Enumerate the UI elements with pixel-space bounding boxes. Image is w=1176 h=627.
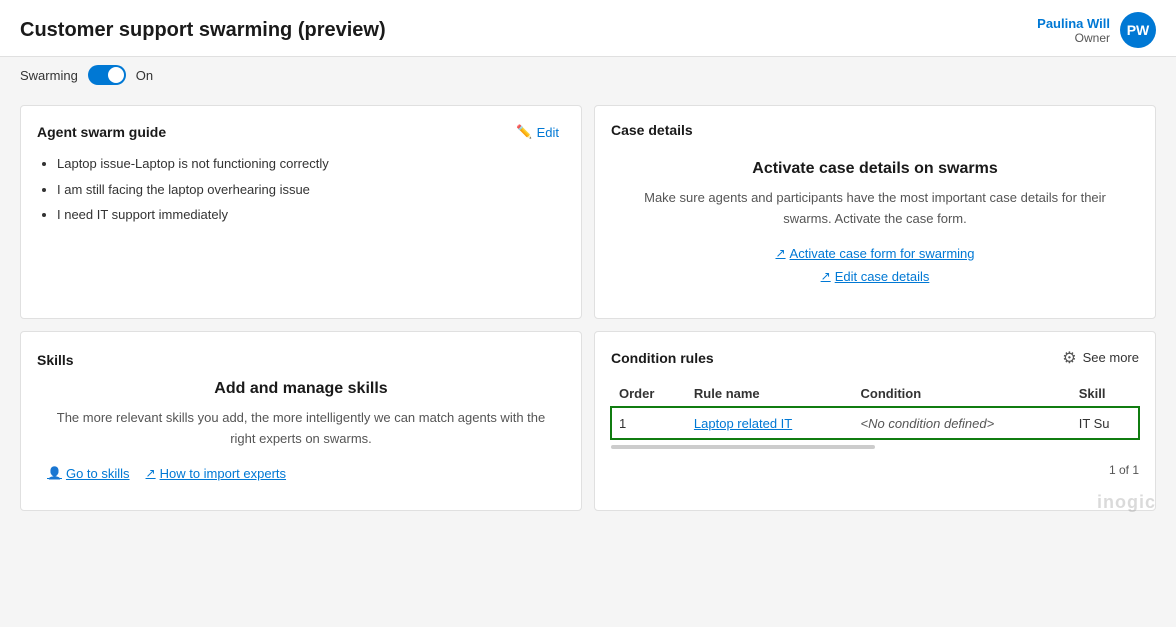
avatar[interactable]: PW bbox=[1120, 12, 1156, 48]
external-link-icon-2: ↗ bbox=[821, 269, 831, 283]
condition-header: Condition rules ⚙ See more bbox=[611, 348, 1139, 368]
watermark: inogic bbox=[1097, 492, 1156, 513]
case-details-desc: Make sure agents and participants have t… bbox=[631, 188, 1119, 230]
edit-case-link-label: Edit case details bbox=[835, 269, 930, 284]
edit-button[interactable]: ✏️ Edit bbox=[510, 122, 565, 142]
edit-label: Edit bbox=[537, 125, 559, 140]
case-details-links: ↗ Activate case form for swarming ↗ Edit… bbox=[631, 246, 1119, 292]
see-more-button[interactable]: ⚙ See more bbox=[1062, 348, 1139, 368]
row-condition: <No condition defined> bbox=[853, 407, 1071, 439]
gear-icon: ⚙ bbox=[1062, 348, 1076, 368]
agent-swarm-guide-card: Agent swarm guide ✏️ Edit Laptop issue-L… bbox=[20, 105, 582, 319]
list-item: I need IT support immediately bbox=[57, 205, 565, 225]
external-link-icon-3: ↗ bbox=[146, 466, 156, 480]
user-name[interactable]: Paulina Will bbox=[1037, 16, 1110, 31]
activate-title: Activate case details on swarms bbox=[631, 160, 1119, 178]
how-to-import-link[interactable]: ↗ How to import experts bbox=[146, 466, 287, 481]
condition-table: Order Rule name Condition Skill 1 Laptop… bbox=[611, 380, 1139, 439]
col-order: Order bbox=[611, 380, 686, 408]
case-details-header: Case details bbox=[611, 122, 1139, 138]
row-skill: IT Su bbox=[1071, 407, 1139, 439]
scrollbar[interactable] bbox=[611, 445, 875, 449]
condition-table-head: Order Rule name Condition Skill bbox=[611, 380, 1139, 408]
skills-header: Skills bbox=[37, 352, 565, 368]
skills-desc: The more relevant skills you add, the mo… bbox=[47, 408, 555, 450]
how-to-import-label: How to import experts bbox=[160, 466, 286, 481]
agent-swarm-guide-header: Agent swarm guide ✏️ Edit bbox=[37, 122, 565, 142]
pagination: 1 of 1 bbox=[611, 457, 1139, 477]
external-link-icon: ↗ bbox=[775, 246, 785, 260]
edit-icon: ✏️ bbox=[516, 124, 532, 140]
agent-guide-list: Laptop issue-Laptop is not functioning c… bbox=[37, 154, 565, 225]
table-header-row: Order Rule name Condition Skill bbox=[611, 380, 1139, 408]
case-details-card: Case details Activate case details on sw… bbox=[594, 105, 1156, 319]
row-order: 1 bbox=[611, 407, 686, 439]
list-item: I am still facing the laptop overhearing… bbox=[57, 180, 565, 200]
user-area: Paulina Will Owner PW bbox=[1037, 12, 1156, 48]
table-row[interactable]: 1 Laptop related IT <No condition define… bbox=[611, 407, 1139, 439]
rule-name-link[interactable]: Laptop related IT bbox=[694, 416, 792, 431]
condition-table-body: 1 Laptop related IT <No condition define… bbox=[611, 407, 1139, 439]
condition-rules-title: Condition rules bbox=[611, 350, 714, 366]
person-icon: 👤 bbox=[47, 466, 62, 480]
go-to-skills-label: Go to skills bbox=[66, 466, 130, 481]
page-title: Customer support swarming (preview) bbox=[20, 19, 386, 42]
user-role: Owner bbox=[1037, 31, 1110, 45]
no-condition-label: <No condition defined> bbox=[861, 416, 995, 431]
col-rule-name: Rule name bbox=[686, 380, 853, 408]
skills-title: Skills bbox=[37, 352, 74, 368]
skills-body: Add and manage skills The more relevant … bbox=[37, 380, 565, 489]
row-rule-name[interactable]: Laptop related IT bbox=[686, 407, 853, 439]
agent-swarm-guide-title: Agent swarm guide bbox=[37, 124, 166, 140]
list-item: Laptop issue-Laptop is not functioning c… bbox=[57, 154, 565, 174]
col-condition: Condition bbox=[853, 380, 1071, 408]
activate-case-form-link[interactable]: ↗ Activate case form for swarming bbox=[775, 246, 974, 261]
user-info: Paulina Will Owner bbox=[1037, 16, 1110, 45]
swarming-toggle[interactable] bbox=[88, 65, 126, 85]
skills-card: Skills Add and manage skills The more re… bbox=[20, 331, 582, 511]
skills-manage-title: Add and manage skills bbox=[47, 380, 555, 398]
case-details-title-label: Case details bbox=[611, 122, 693, 138]
activate-link-label: Activate case form for swarming bbox=[790, 246, 975, 261]
main-content: Agent swarm guide ✏️ Edit Laptop issue-L… bbox=[0, 93, 1176, 523]
case-details-body: Activate case details on swarms Make sur… bbox=[611, 150, 1139, 302]
swarming-label: Swarming bbox=[20, 68, 78, 83]
toggle-on-label: On bbox=[136, 68, 153, 83]
condition-rules-card: Condition rules ⚙ See more Order Rule na… bbox=[594, 331, 1156, 511]
col-skill: Skill bbox=[1071, 380, 1139, 408]
edit-case-details-link[interactable]: ↗ Edit case details bbox=[821, 269, 930, 284]
top-bar: Customer support swarming (preview) Paul… bbox=[0, 0, 1176, 57]
swarming-bar: Swarming On bbox=[0, 57, 1176, 93]
agent-guide-content: Laptop issue-Laptop is not functioning c… bbox=[37, 154, 565, 225]
skills-links: 👤 Go to skills ↗ How to import experts bbox=[47, 466, 555, 489]
see-more-label: See more bbox=[1083, 350, 1139, 365]
go-to-skills-link[interactable]: 👤 Go to skills bbox=[47, 466, 130, 481]
